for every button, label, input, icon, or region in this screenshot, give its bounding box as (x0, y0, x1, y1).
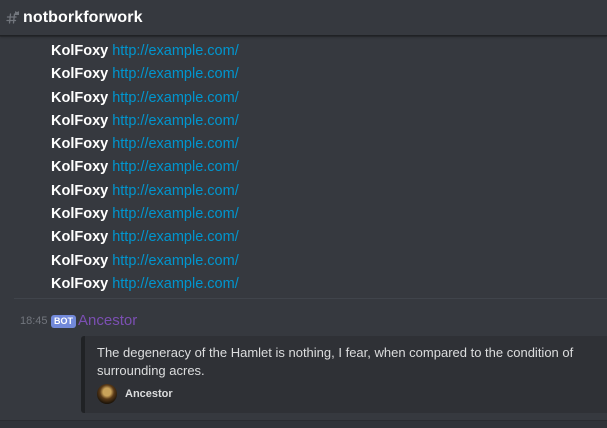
message-author[interactable]: KolFoxy (51, 229, 108, 245)
message-row: KolFoxy http://example.com/ (51, 203, 239, 226)
message-link[interactable]: http://example.com/ (112, 183, 239, 199)
compact-messages: KolFoxy http://example.com/ KolFoxy http:/… (51, 40, 239, 296)
message-row: KolFoxy http://example.com/ (51, 156, 239, 179)
message-row: KolFoxy http://example.com/ (51, 250, 239, 273)
ancestor-avatar-icon (97, 384, 117, 404)
message-author[interactable]: KolFoxy (51, 43, 108, 59)
message-link[interactable]: http://example.com/ (112, 159, 239, 175)
message-link[interactable]: http://example.com/ (112, 253, 239, 269)
message-row: KolFoxy http://example.com/ (51, 87, 239, 110)
embed-footer-text: Ancestor (125, 388, 173, 400)
channel-header: notborkforwork (0, 0, 607, 36)
message-author[interactable]: KolFoxy (51, 276, 108, 292)
message-link[interactable]: http://example.com/ (112, 276, 239, 292)
message-row: KolFoxy http://example.com/ (51, 110, 239, 133)
message-author[interactable]: KolFoxy (51, 113, 108, 129)
message-link[interactable]: http://example.com/ (112, 113, 239, 129)
message-link[interactable]: http://example.com/ (112, 229, 239, 245)
text-channel-locked-icon (6, 10, 20, 25)
message-author[interactable]: KolFoxy (51, 253, 108, 269)
message-row: KolFoxy http://example.com/ (51, 133, 239, 156)
chat-bottom-edge (0, 420, 607, 428)
bot-tag-badge: BOT (51, 315, 76, 328)
message-embed: The degeneracy of the Hamlet is nothing,… (81, 336, 607, 413)
message-list[interactable]: KolFoxy http://example.com/ KolFoxy http:/… (0, 36, 607, 428)
message-author[interactable]: KolFoxy (51, 183, 108, 199)
message-author[interactable]: KolFoxy (51, 90, 108, 106)
message-author[interactable]: KolFoxy (51, 136, 108, 152)
message-row: KolFoxy http://example.com/ (51, 180, 239, 203)
message-author[interactable]: KolFoxy (51, 159, 108, 175)
embed-footer: Ancestor (97, 384, 173, 404)
message-link[interactable]: http://example.com/ (112, 66, 239, 82)
message-author[interactable]: KolFoxy (51, 206, 108, 222)
message-author[interactable]: KolFoxy (51, 66, 108, 82)
bot-author-name[interactable]: Ancestor (78, 312, 137, 329)
message-link[interactable]: http://example.com/ (112, 43, 239, 59)
message-link[interactable]: http://example.com/ (112, 90, 239, 106)
message-link[interactable]: http://example.com/ (112, 206, 239, 222)
message-divider (14, 298, 607, 299)
embed-description: The degeneracy of the Hamlet is nothing,… (97, 345, 574, 378)
message-link[interactable]: http://example.com/ (112, 136, 239, 152)
message-row: KolFoxy http://example.com/ (51, 40, 239, 63)
message-timestamp: 18:45 (20, 315, 48, 327)
channel-name[interactable]: notborkforwork (23, 9, 143, 27)
message-row: KolFoxy http://example.com/ (51, 226, 239, 249)
message-row: KolFoxy http://example.com/ (51, 273, 239, 296)
message-row: KolFoxy http://example.com/ (51, 63, 239, 86)
